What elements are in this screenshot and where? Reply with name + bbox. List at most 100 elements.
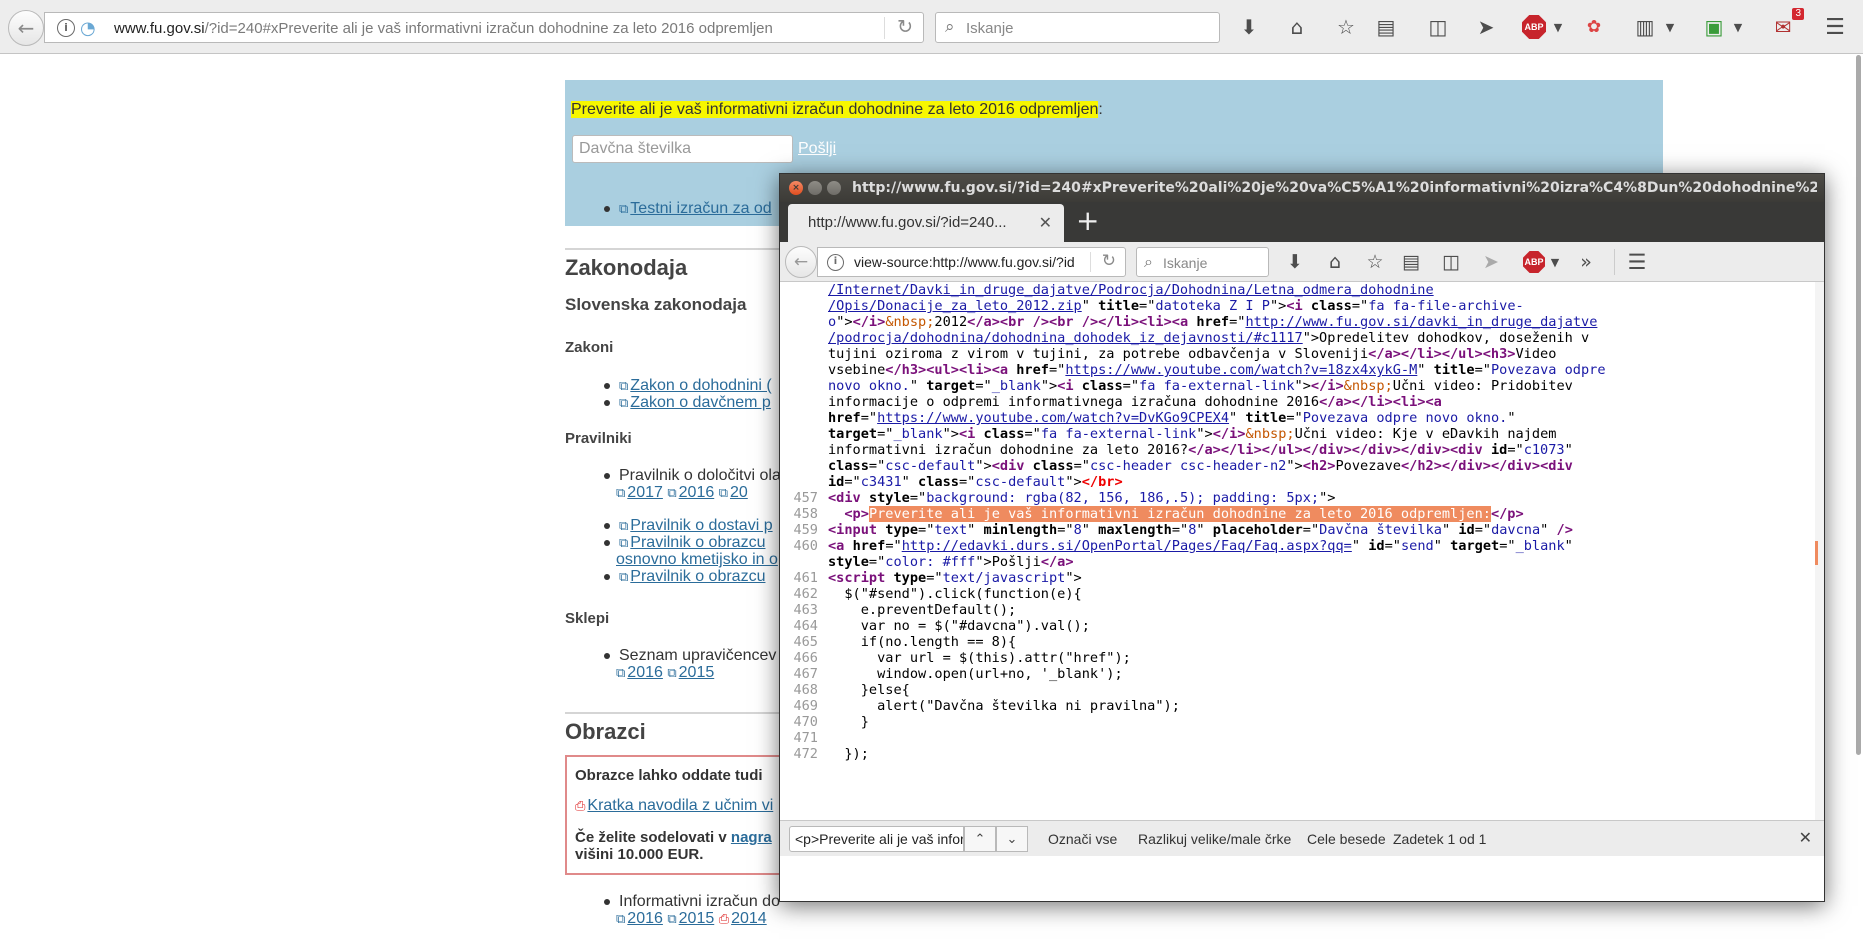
site-info-icon[interactable]: i (57, 19, 75, 37)
source-code-text: informativni izračun dohodnine za leto 2… (828, 442, 1573, 458)
list-item: ⧉ Pravilnik o obrazcu (604, 534, 765, 552)
forms-notice-box: Obrazce lahko oddate tudi ⎙ Kratka navodi… (565, 755, 805, 875)
color-picker-icon[interactable]: ✿ (1580, 12, 1608, 42)
reload-icon[interactable]: ↻ (1102, 251, 1116, 271)
overflow-chevron-icon[interactable]: » (1576, 247, 1596, 277)
whole-words-toggle[interactable]: Cele besede (1307, 831, 1386, 847)
source-line: 468 }else{ (780, 682, 1810, 698)
match-case-toggle[interactable]: Razlikuj velike/male črke (1138, 831, 1291, 847)
main-search-bar[interactable]: ⌕ Iskanje (935, 12, 1220, 43)
source-code-text: vsebine</h3><ul><li><a href="https://www… (828, 362, 1606, 378)
back-button[interactable]: ← (785, 246, 817, 278)
external-link-icon: ⧉ (616, 912, 626, 927)
source-code-text: /podrocja/dohodnina/dohodnina_dohodek_iz… (828, 330, 1590, 346)
source-line: 469 alert("Davčna številka ni pravilna")… (780, 698, 1810, 714)
tab-view-source[interactable]: http://www.fu.gov.si/?id=240... ✕ (788, 204, 1064, 242)
chevron-down-icon[interactable]: ▼ (1551, 12, 1565, 42)
page-scrollbar[interactable] (1855, 55, 1863, 947)
bookmark-star-icon[interactable]: ☆ (1362, 247, 1388, 277)
chevron-down-icon: ⌄ (1006, 831, 1018, 847)
find-next-button[interactable]: ⌄ (996, 826, 1028, 852)
main-url-bar[interactable]: i ◔ www.fu.gov.si/?id=240#xPreverite ali… (44, 12, 924, 43)
extension-green-icon[interactable]: ▣ (1700, 12, 1728, 42)
search-icon: ⌕ (945, 17, 955, 37)
bullet (604, 522, 610, 529)
send-tab-icon[interactable]: ➤ (1478, 247, 1504, 277)
hamburger-menu-icon[interactable]: ☰ (1622, 247, 1652, 277)
line-number: 463 (793, 602, 818, 618)
window-minimize-icon[interactable] (808, 181, 822, 195)
notifications-icon[interactable]: ✉ 3 (1768, 8, 1804, 42)
send-link[interactable]: Pošlji (798, 140, 836, 158)
reading-list-icon[interactable]: ▤ (1372, 12, 1400, 42)
highlight-all-toggle[interactable]: Označi vse (1048, 831, 1117, 847)
scrollbar-thumb[interactable] (1856, 55, 1861, 755)
source-url-bar[interactable]: i view-source:http://www.fu.gov.si/?id ↻ (817, 247, 1126, 277)
back-button[interactable]: ← (8, 10, 44, 46)
line-number: 460 (793, 538, 818, 554)
source-url-text[interactable]: view-source:http://www.fu.gov.si/?id (854, 254, 1082, 270)
source-line: 472 }); (780, 746, 1810, 762)
window-maximize-icon[interactable] (827, 181, 841, 195)
search-icon: ⌕ (1144, 252, 1153, 271)
list-item: Seznam upravičencev (604, 647, 776, 665)
bullet (604, 652, 610, 659)
external-link-icon: ⧉ (667, 912, 677, 927)
search-placeholder: Iskanje (1163, 255, 1208, 271)
tax-number-input[interactable]: Davčna številka (572, 135, 793, 163)
adblock-plus-icon[interactable]: ABP (1522, 247, 1546, 277)
line-number: 464 (793, 618, 818, 634)
new-tab-icon[interactable]: + (1076, 206, 1099, 236)
reload-icon[interactable]: ↻ (897, 16, 913, 38)
pdf-icon: ⎙ (575, 799, 586, 814)
hamburger-menu-icon[interactable]: ☰ (1820, 12, 1850, 42)
tracking-protection-icon[interactable]: ◔ (80, 18, 96, 39)
find-previous-button[interactable]: ⌃ (964, 826, 996, 852)
source-search-bar[interactable]: ⌕ Iskanje (1136, 247, 1269, 277)
source-code-text: }); (828, 746, 869, 762)
source-code-text: $("#send").click(function(e){ (828, 586, 1082, 602)
line-number: 467 (793, 666, 818, 682)
home-icon[interactable]: ⌂ (1322, 247, 1348, 277)
line-number: 465 (793, 634, 818, 650)
site-info-icon[interactable]: i (827, 254, 844, 271)
home-icon[interactable]: ⌂ (1282, 12, 1312, 42)
pocket-icon[interactable]: ◫ (1438, 247, 1464, 277)
chevron-down-icon[interactable]: ▼ (1548, 247, 1562, 277)
find-close-icon[interactable]: ✕ (1799, 828, 1812, 847)
find-input[interactable]: <p>Preverite ali je vaš inform (789, 826, 964, 852)
window-titlebar[interactable]: × http://www.fu.gov.si/?id=240#xPreverit… (780, 174, 1824, 202)
line-number: 466 (793, 650, 818, 666)
downloads-icon[interactable]: ⬇ (1282, 247, 1308, 277)
desktop-screen: ← i ◔ www.fu.gov.si/?id=240#xPreverite a… (0, 0, 1863, 947)
source-code-text: if(no.length == 8){ (828, 634, 1017, 650)
line-number: 468 (793, 682, 818, 698)
source-code-text: <script type="text/javascript"> (828, 570, 1082, 586)
notification-badge: 3 (1792, 8, 1804, 20)
reading-list-icon[interactable]: ▤ (1398, 247, 1424, 277)
pocket-icon[interactable]: ◫ (1424, 12, 1452, 42)
section-divider (565, 248, 805, 250)
clipboard-icon[interactable]: ▥ (1632, 12, 1658, 42)
window-close-icon[interactable]: × (789, 181, 803, 195)
source-scrollbar[interactable] (1815, 282, 1824, 820)
source-line: id="c3431" class="csc-default"></br> (780, 474, 1810, 490)
bullet (604, 382, 610, 389)
bookmark-star-icon[interactable]: ☆ (1332, 12, 1360, 42)
downloads-icon[interactable]: ⬇ (1235, 12, 1263, 42)
chevron-down-icon[interactable]: ▼ (1663, 12, 1677, 42)
year-links: ⧉ 2016 ⧉ 2015 ⎙ 2014 (616, 910, 767, 927)
line-number: 459 (793, 522, 818, 538)
chevron-down-icon[interactable]: ▼ (1731, 12, 1745, 42)
find-status: Zadetek 1 od 1 (1393, 831, 1487, 847)
tab-close-icon[interactable]: ✕ (1039, 213, 1052, 232)
bullet (604, 573, 610, 580)
main-url-text[interactable]: www.fu.gov.si/?id=240#xPreverite ali je … (114, 20, 773, 37)
adblock-plus-icon[interactable]: ABP (1522, 12, 1546, 42)
source-line: style="color: #fff">Pošlji</a> (780, 554, 1810, 570)
send-tab-icon[interactable]: ➤ (1472, 12, 1500, 42)
chevron-up-icon: ⌃ (974, 831, 986, 847)
source-code-text: }else{ (828, 682, 910, 698)
heading-forms: Obrazci (565, 719, 646, 744)
external-link-icon: ⧉ (616, 666, 626, 681)
